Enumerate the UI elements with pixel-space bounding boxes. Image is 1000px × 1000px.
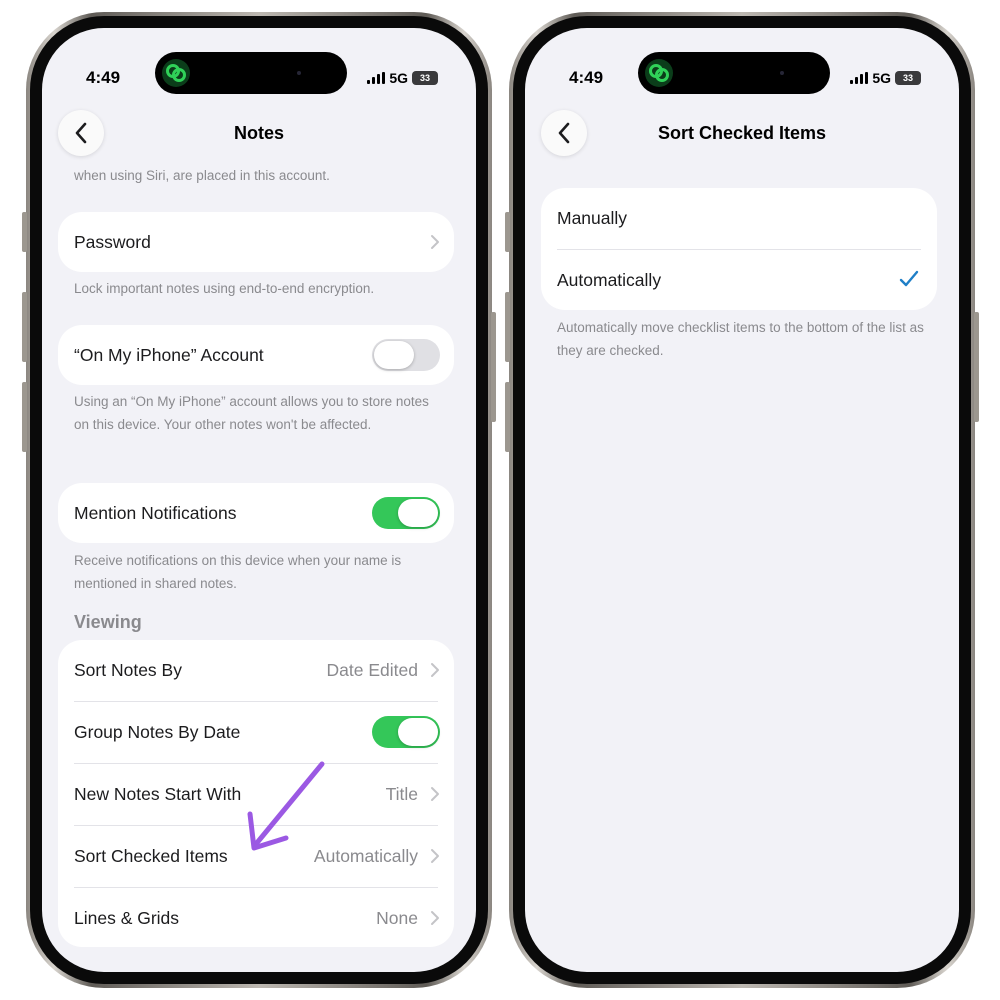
status-time: 4:49 xyxy=(86,68,121,87)
row-value: Title xyxy=(385,784,418,804)
right-phone: 4:49 5G 33 Sort Checked Items Manually A… xyxy=(505,12,979,988)
option-automatically[interactable]: Automatically xyxy=(541,250,937,310)
battery-icon: 33 xyxy=(412,71,438,85)
on-my-iphone-footnote: Using an “On My iPhone” account allows y… xyxy=(74,394,429,432)
mentions-footnote: Receive notifications on this device whe… xyxy=(74,553,402,591)
on-my-iphone-row: “On My iPhone” Account xyxy=(58,325,454,385)
volume-down-button xyxy=(22,382,27,452)
volume-up-button xyxy=(22,292,27,362)
mention-notifications-label: Mention Notifications xyxy=(74,503,237,523)
password-footnote: Lock important notes using end-to-end en… xyxy=(74,281,375,296)
power-button xyxy=(974,312,979,422)
sort-notes-by-row[interactable]: Sort Notes By Date Edited xyxy=(58,640,454,701)
network-label: 5G xyxy=(389,70,408,86)
chevron-right-icon xyxy=(431,787,439,801)
sort-options-group: Manually Automatically xyxy=(541,188,937,310)
password-row[interactable]: Password xyxy=(58,212,454,272)
on-my-iphone-toggle[interactable] xyxy=(372,339,440,371)
row-label: Sort Notes By xyxy=(74,660,182,680)
dynamic-island xyxy=(155,52,347,94)
toggle-knob xyxy=(374,341,414,369)
option-label: Manually xyxy=(557,208,628,228)
siri-footnote: when using Siri, are placed in this acco… xyxy=(74,168,330,183)
app-link-icon xyxy=(645,59,673,87)
network-label: 5G xyxy=(872,70,891,86)
chevron-right-icon xyxy=(431,911,439,925)
row-label: New Notes Start With xyxy=(74,784,242,804)
app-link-icon xyxy=(162,59,190,87)
on-my-iphone-label: “On My iPhone” Account xyxy=(74,345,264,365)
status-icons: 5G 33 xyxy=(367,70,438,86)
sort-checked-items-screen: 4:49 5G 33 Sort Checked Items Manually A… xyxy=(525,28,959,972)
chevron-right-icon xyxy=(431,235,439,249)
status-icons: 5G 33 xyxy=(850,70,921,86)
row-label: Group Notes By Date xyxy=(74,722,241,742)
group-notes-by-date-row: Group Notes By Date xyxy=(58,702,454,763)
camera-dot xyxy=(780,71,784,75)
toggle-knob xyxy=(398,499,438,527)
annotation-arrow-icon xyxy=(247,761,325,851)
notes-settings-screen: 4:49 5G 33 Notes when using Siri, are pl… xyxy=(42,28,476,972)
mention-notifications-toggle[interactable] xyxy=(372,497,440,529)
row-value: None xyxy=(376,908,418,928)
chevron-right-icon xyxy=(431,849,439,863)
signal-icon xyxy=(367,72,386,84)
action-button xyxy=(22,212,27,252)
row-label: Sort Checked Items xyxy=(74,846,228,866)
phone-bezel: 4:49 5G 33 Notes when using Siri, are pl… xyxy=(30,16,488,984)
viewing-section-header: Viewing xyxy=(74,612,142,632)
left-phone: 4:49 5G 33 Notes when using Siri, are pl… xyxy=(22,12,496,988)
group-notes-by-date-toggle[interactable] xyxy=(372,716,440,748)
row-value: Date Edited xyxy=(326,660,418,680)
camera-dot xyxy=(297,71,301,75)
option-manually[interactable]: Manually xyxy=(541,188,937,249)
back-chevron-icon xyxy=(558,122,570,144)
dynamic-island xyxy=(638,52,830,94)
toggle-knob xyxy=(398,718,438,746)
volume-down-button xyxy=(505,382,510,452)
signal-icon xyxy=(850,72,869,84)
status-time: 4:49 xyxy=(569,68,604,87)
volume-up-button xyxy=(505,292,510,362)
lines-and-grids-row[interactable]: Lines & Grids None xyxy=(58,888,454,947)
row-label: Lines & Grids xyxy=(74,908,180,928)
power-button xyxy=(491,312,496,422)
action-button xyxy=(505,212,510,252)
page-title: Notes xyxy=(233,123,284,143)
phone-bezel: 4:49 5G 33 Sort Checked Items Manually A… xyxy=(513,16,971,984)
sort-footnote: Automatically move checklist items to th… xyxy=(557,320,924,358)
chevron-right-icon xyxy=(431,663,439,677)
back-button[interactable] xyxy=(58,110,104,156)
checkmark-icon xyxy=(899,270,919,287)
option-label: Automatically xyxy=(557,270,662,290)
password-label: Password xyxy=(74,232,151,252)
page-title: Sort Checked Items xyxy=(657,123,827,143)
back-chevron-icon xyxy=(75,122,87,144)
mention-notifications-row: Mention Notifications xyxy=(58,483,454,543)
back-button[interactable] xyxy=(541,110,587,156)
battery-icon: 33 xyxy=(895,71,921,85)
